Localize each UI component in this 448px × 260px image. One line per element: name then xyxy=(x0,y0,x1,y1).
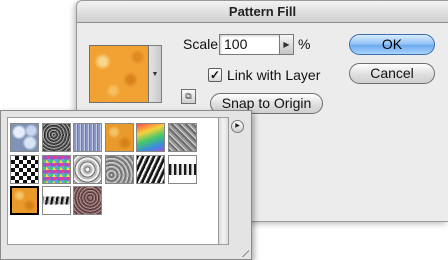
pattern-swatch[interactable] xyxy=(167,154,197,184)
pattern-swatch[interactable] xyxy=(10,154,39,184)
scale-label: Scale: xyxy=(183,36,222,52)
pattern-swatch[interactable] xyxy=(73,123,102,152)
resize-grip-icon[interactable] xyxy=(237,245,249,257)
pattern-swatch[interactable] xyxy=(41,123,71,152)
pattern-swatch[interactable] xyxy=(136,123,165,152)
selected-pattern-preview[interactable] xyxy=(89,45,149,103)
pattern-swatch[interactable] xyxy=(10,186,39,215)
new-preset-icon[interactable]: ⧉ xyxy=(181,89,196,104)
pattern-picker-popup: ▶ xyxy=(0,110,252,260)
link-with-layer-checkbox[interactable]: ✓ xyxy=(208,68,222,82)
scale-unit: % xyxy=(298,36,311,52)
picker-menu-icon[interactable]: ▶ xyxy=(231,120,244,133)
pattern-swatch[interactable] xyxy=(167,123,197,152)
pattern-swatch[interactable] xyxy=(10,123,39,152)
scale-slider-arrow-icon[interactable]: ▶ xyxy=(280,34,294,55)
pattern-swatch[interactable] xyxy=(104,154,134,184)
scale-input[interactable]: 100 xyxy=(219,34,280,55)
pattern-swatch[interactable] xyxy=(41,186,71,215)
pattern-swatch[interactable] xyxy=(104,123,134,152)
ok-button[interactable]: OK xyxy=(349,34,435,55)
pattern-grid-scrollbar[interactable] xyxy=(219,117,229,245)
pattern-picker-dropdown-icon[interactable]: ▼ xyxy=(149,45,162,103)
pattern-swatch[interactable] xyxy=(41,154,71,184)
pattern-swatch[interactable] xyxy=(73,154,102,184)
dialog-title: Pattern Fill xyxy=(77,1,448,23)
cancel-button[interactable]: Cancel xyxy=(349,63,435,84)
pattern-swatch[interactable] xyxy=(136,154,165,184)
pattern-grid xyxy=(7,117,219,245)
pattern-swatch[interactable] xyxy=(73,186,102,215)
link-with-layer-label[interactable]: Link with Layer xyxy=(227,67,320,83)
